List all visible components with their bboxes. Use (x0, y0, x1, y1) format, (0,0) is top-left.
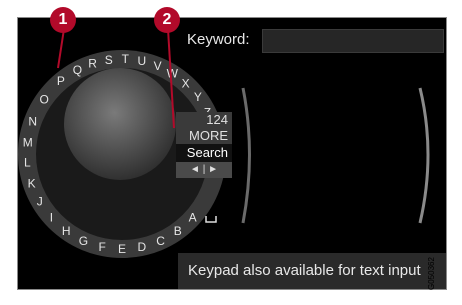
callout-1: 1 (50, 7, 76, 33)
callout-2: 2 (154, 7, 180, 33)
wheel-letter-s[interactable]: S (105, 53, 113, 67)
keyword-label: Keyword: (187, 31, 250, 48)
wheel-letter-r[interactable]: R (88, 57, 97, 71)
wheel-letter-f[interactable]: F (99, 240, 106, 254)
wheel-letter-e[interactable]: E (118, 242, 126, 256)
letter-wheel[interactable]: RSTUVWXYZQPONMLKJIHGFEDCBA (18, 18, 446, 289)
wheel-letter-x[interactable]: X (182, 76, 190, 90)
wheel-center (64, 68, 176, 180)
menu-item-cursor-arrows[interactable]: ◄ | ► (176, 162, 232, 178)
wheel-letter-u[interactable]: U (137, 54, 146, 68)
callout-1-line (57, 28, 65, 69)
wheel-letter-t[interactable]: T (122, 52, 130, 66)
wheel-letter-a[interactable]: A (189, 211, 197, 225)
wheel-letter-v[interactable]: V (154, 59, 162, 73)
wheel-letter-y[interactable]: Y (194, 90, 202, 104)
wheel-letter-n[interactable]: N (28, 115, 37, 129)
wheel-letter-g[interactable]: G (79, 234, 88, 248)
space-key-icon[interactable] (205, 216, 217, 223)
arc-right (418, 87, 430, 224)
wheel-letter-m[interactable]: M (23, 135, 33, 149)
wheel-letter-j[interactable]: J (37, 195, 43, 209)
menu-item-search[interactable]: Search (176, 144, 232, 162)
wheel-letter-l[interactable]: L (24, 155, 31, 169)
keypad-hint: Keypad also available for text input (178, 253, 446, 289)
wheel-letter-q[interactable]: Q (73, 63, 82, 77)
wheel-letter-h[interactable]: H (62, 224, 71, 238)
wheel-letter-c[interactable]: C (156, 234, 165, 248)
wheel-letter-p[interactable]: P (57, 74, 65, 88)
menu-item-more[interactable]: MORE (176, 128, 232, 144)
menu-item-number-mode[interactable]: 124 (176, 112, 232, 128)
figure: RSTUVWXYZQPONMLKJIHGFEDCBA Keyword: 124 … (0, 0, 462, 305)
image-code: G050362 (427, 257, 436, 290)
infotainment-screen: RSTUVWXYZQPONMLKJIHGFEDCBA Keyword: 124 … (17, 17, 447, 290)
wheel-letter-k[interactable]: K (28, 176, 36, 190)
wheel-letter-o[interactable]: O (40, 93, 49, 107)
option-menu: 124 MORE Search ◄ | ► (176, 112, 232, 178)
arc-left (241, 87, 251, 224)
keyword-field[interactable] (262, 29, 444, 53)
wheel-letter-d[interactable]: D (137, 240, 146, 254)
wheel-letter-w[interactable]: W (167, 66, 179, 80)
wheel-letter-b[interactable]: B (174, 224, 182, 238)
wheel-letter-i[interactable]: I (50, 211, 53, 225)
